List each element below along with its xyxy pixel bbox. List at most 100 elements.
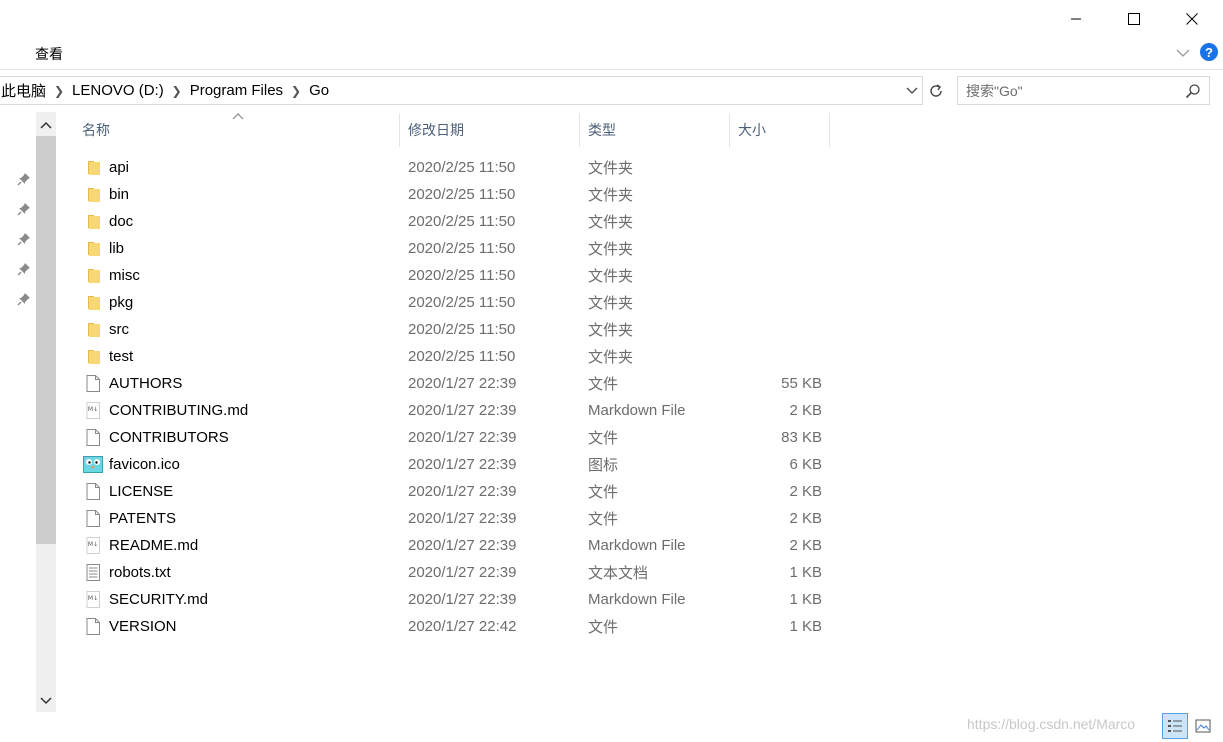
crumb-program-files[interactable]: Program Files (190, 82, 283, 99)
file-type: 文件夹 (588, 214, 634, 231)
file-size: 2 KB (789, 537, 822, 554)
pin-icon[interactable] (17, 172, 31, 186)
file-type: 文本文档 (588, 565, 649, 582)
file-name: src (109, 321, 129, 338)
file-date: 2020/1/27 22:39 (408, 537, 517, 554)
column-header-type[interactable]: 类型 (584, 113, 730, 147)
file-date: 2020/1/27 22:39 (408, 456, 517, 473)
file-row[interactable]: doc 2020/2/25 11:50 文件夹 (78, 208, 838, 235)
file-name: favicon.ico (109, 456, 180, 473)
folder-icon (88, 215, 100, 229)
file-type: 文件夹 (588, 241, 634, 258)
file-row[interactable]: AUTHORS 2020/1/27 22:39 文件 55 KB (78, 370, 838, 397)
minimize-button[interactable] (1047, 0, 1105, 38)
column-header-name[interactable]: 名称 (78, 113, 400, 147)
large-icons-view-icon (1195, 719, 1211, 733)
file-row[interactable]: lib 2020/2/25 11:50 文件夹 (78, 235, 838, 262)
folder-icon (88, 296, 100, 310)
file-row[interactable]: CONTRIBUTORS 2020/1/27 22:39 文件 83 KB (78, 424, 838, 451)
scroll-up-button[interactable] (36, 114, 56, 136)
search-icon[interactable] (1185, 83, 1201, 99)
file-date: 2020/2/25 11:50 (408, 159, 516, 176)
file-row[interactable]: src 2020/2/25 11:50 文件夹 (78, 316, 838, 343)
folder-icon (88, 350, 100, 364)
address-history-dropdown[interactable] (904, 82, 920, 100)
file-name: doc (109, 213, 134, 230)
pin-icon[interactable] (17, 232, 31, 246)
folder-icon (88, 242, 100, 256)
svg-text:M↓: M↓ (88, 541, 98, 548)
watermark: https://blog.csdn.net/Marco (967, 716, 1136, 732)
file-date: 2020/2/25 11:50 (408, 240, 516, 257)
column-label: 大小 (738, 122, 766, 138)
file-row[interactable]: PATENTS 2020/1/27 22:39 文件 2 KB (78, 505, 838, 532)
file-row[interactable]: VERSION 2020/1/27 22:42 文件 1 KB (78, 613, 838, 640)
pin-icon[interactable] (17, 262, 31, 276)
expand-ribbon-button[interactable] (1174, 44, 1192, 62)
file-name: test (109, 348, 134, 365)
chevron-down-icon (40, 697, 52, 705)
file-date: 2020/2/25 11:50 (408, 348, 516, 365)
file-size: 1 KB (789, 564, 822, 581)
crumb-this-pc[interactable]: 此电脑 (1, 80, 46, 101)
details-view-icon (1168, 720, 1182, 732)
file-row[interactable]: bin 2020/2/25 11:50 文件夹 (78, 181, 838, 208)
file-row[interactable]: favicon.ico 2020/1/27 22:39 图标 6 KB (78, 451, 838, 478)
file-row[interactable]: api 2020/2/25 11:50 文件夹 (78, 154, 838, 181)
file-type: 文件夹 (588, 187, 634, 204)
file-type: 文件 (588, 376, 619, 393)
file-date: 2020/2/25 11:50 (408, 213, 516, 230)
file-row[interactable]: test 2020/2/25 11:50 文件夹 (78, 343, 838, 370)
file-type: 图标 (588, 457, 619, 474)
file-size: 55 KB (781, 375, 822, 392)
file-type: 文件夹 (588, 295, 634, 312)
column-header-size[interactable]: 大小 (734, 113, 830, 147)
pin-icon[interactable] (17, 292, 31, 306)
file-date: 2020/1/27 22:42 (408, 618, 517, 635)
large-icons-view-button[interactable] (1190, 713, 1216, 739)
scrollbar-thumb[interactable] (36, 136, 56, 544)
address-bar[interactable]: 此电脑 ❯ LENOVO (D:) ❯ Program Files ❯ Go (0, 76, 923, 105)
file-date: 2020/1/27 22:39 (408, 375, 517, 392)
file-type: 文件夹 (588, 322, 634, 339)
chevron-down-icon (906, 87, 918, 94)
file-row[interactable]: pkg 2020/2/25 11:50 文件夹 (78, 289, 838, 316)
crumb-drive[interactable]: LENOVO (D:) (72, 82, 164, 99)
file-row[interactable]: M↓ README.md 2020/1/27 22:39 Markdown File 2… (78, 532, 838, 559)
chevron-right-icon[interactable]: ❯ (283, 84, 309, 98)
markdown-file-icon: M↓ (86, 591, 100, 608)
file-date: 2020/2/25 11:50 (408, 321, 516, 338)
gopher-ico-icon (83, 456, 103, 473)
search-input[interactable]: 搜索"Go" (957, 76, 1210, 105)
help-icon[interactable]: ? (1200, 43, 1218, 61)
file-name: bin (109, 186, 130, 203)
column-label: 名称 (82, 122, 110, 138)
chevron-right-icon[interactable]: ❯ (164, 84, 190, 98)
ribbon-divider (0, 69, 1223, 70)
pin-icon[interactable] (17, 202, 31, 216)
file-size: 2 KB (789, 510, 822, 527)
chevron-right-icon[interactable]: ❯ (46, 84, 72, 98)
refresh-button[interactable] (925, 76, 947, 105)
file-name: LICENSE (109, 483, 174, 500)
file-name: CONTRIBUTING.md (109, 402, 249, 419)
close-button[interactable] (1163, 0, 1221, 38)
maximize-button[interactable] (1105, 0, 1163, 38)
folder-icon (88, 188, 100, 202)
file-list: api 2020/2/25 11:50 文件夹 bin 2020/2/25 11:50 文… (78, 154, 838, 640)
file-size: 1 KB (789, 618, 822, 635)
column-header-date[interactable]: 修改日期 (404, 113, 580, 147)
breadcrumb: 此电脑 ❯ LENOVO (D:) ❯ Program Files ❯ Go (0, 77, 329, 104)
file-row[interactable]: M↓ CONTRIBUTING.md 2020/1/27 22:39 Markdown… (78, 397, 838, 424)
chevron-down-icon (1176, 49, 1190, 57)
details-view-button[interactable] (1162, 713, 1188, 739)
scroll-down-button[interactable] (36, 690, 56, 712)
file-icon (86, 483, 100, 500)
ribbon-tab-view[interactable]: 查看 (35, 44, 63, 64)
crumb-go[interactable]: Go (309, 82, 329, 99)
file-row[interactable]: LICENSE 2020/1/27 22:39 文件 2 KB (78, 478, 838, 505)
nav-pane-scrollbar[interactable] (36, 112, 56, 712)
file-row[interactable]: misc 2020/2/25 11:50 文件夹 (78, 262, 838, 289)
file-row[interactable]: M↓ SECURITY.md 2020/1/27 22:39 Markdown Fil… (78, 586, 838, 613)
file-row[interactable]: robots.txt 2020/1/27 22:39 文本文档 1 KB (78, 559, 838, 586)
